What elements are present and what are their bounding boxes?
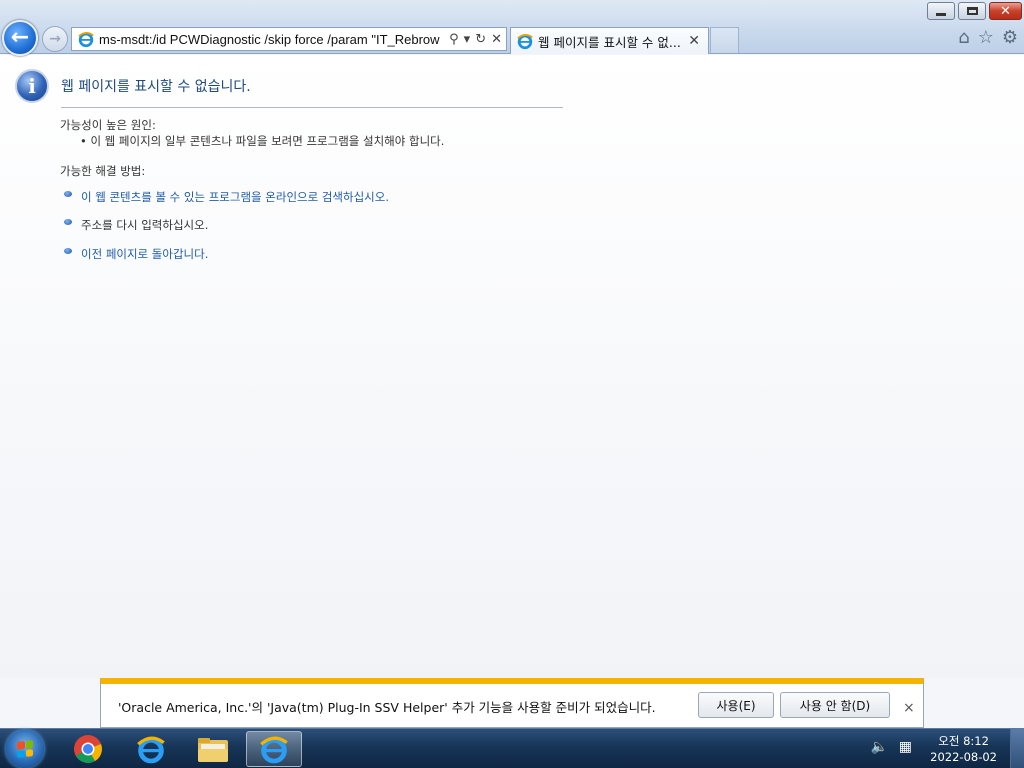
back-button[interactable]: ←	[2, 20, 38, 56]
address-bar[interactable]: ms-msdt:/id PCWDiagnostic /skip force /p…	[71, 27, 507, 51]
notification-close-icon[interactable]: ×	[903, 700, 915, 716]
clock-date: 2022-08-02	[930, 750, 997, 764]
forward-arrow-icon: →	[49, 31, 61, 47]
tab-close-icon[interactable]: ✕	[680, 33, 708, 49]
refresh-icon[interactable]: ↻	[475, 32, 486, 47]
disable-button[interactable]: 사용 안 함(D)	[780, 692, 890, 718]
taskbar-file-explorer[interactable]	[185, 731, 241, 767]
close-window-button[interactable]: ✕	[989, 2, 1022, 20]
bullet-icon	[64, 248, 72, 254]
taskbar: 🔈 ▦ 오전 8:12 2022-08-02	[0, 728, 1024, 768]
ie-icon	[260, 736, 288, 764]
enable-button[interactable]: 사용(E)	[698, 692, 774, 718]
address-tools: ⚲ ▾ ↻ ✕	[440, 31, 506, 47]
windows-logo-icon	[17, 740, 33, 758]
solution-link[interactable]: 이 웹 콘텐츠를 볼 수 있는 프로그램을 온라인으로 검색하십시오.	[81, 189, 389, 205]
solution-search-online[interactable]: 이 웹 콘텐츠를 볼 수 있는 프로그램을 온라인으로 검색하십시오.	[64, 189, 389, 205]
address-url[interactable]: ms-msdt:/id PCWDiagnostic /skip force /p…	[99, 32, 440, 47]
minimize-button[interactable]	[927, 2, 955, 20]
taskbar-chrome[interactable]	[60, 731, 116, 767]
gear-icon[interactable]: ⚙	[1002, 27, 1018, 49]
chrome-icon	[74, 735, 102, 763]
restore-button[interactable]	[958, 2, 986, 20]
clock-time: 오전 8:12	[938, 734, 989, 748]
close-icon: ✕	[1000, 3, 1011, 19]
clock[interactable]: 오전 8:12 2022-08-02	[930, 733, 997, 765]
solution-label: 가능한 해결 방법:	[60, 164, 146, 178]
network-icon[interactable]: ▦	[899, 739, 912, 755]
restore-icon	[966, 7, 978, 15]
page-title: 웹 페이지를 표시할 수 없습니다.	[61, 79, 251, 95]
folder-icon	[198, 738, 228, 762]
speaker-icon[interactable]: 🔈	[871, 739, 888, 755]
solution-go-back[interactable]: 이전 페이지로 돌아갑니다.	[64, 246, 208, 262]
ie-tab-icon	[517, 34, 533, 50]
tab-title: 웹 페이지를 표시할 수 없...	[538, 34, 681, 50]
divider	[61, 107, 563, 108]
taskbar-internet-explorer[interactable]	[123, 731, 179, 767]
solution-text: 주소를 다시 입력하십시오.	[81, 218, 209, 232]
forward-button[interactable]: →	[42, 26, 68, 52]
bullet-icon	[64, 191, 72, 197]
page-content: i 웹 페이지를 표시할 수 없습니다. 가능성이 높은 원인: • 이 웹 페…	[0, 55, 1024, 678]
back-arrow-icon: ←	[10, 25, 30, 50]
search-icon[interactable]: ⚲	[449, 32, 459, 47]
ie-page-icon	[78, 32, 94, 48]
show-desktop-button[interactable]	[1010, 729, 1024, 768]
notification-message: 'Oracle America, Inc.'의 'Java(tm) Plug-I…	[118, 700, 656, 715]
minimize-icon	[936, 12, 946, 16]
new-tab-button[interactable]	[710, 27, 739, 53]
solution-link[interactable]: 이전 페이지로 돌아갑니다.	[81, 246, 208, 262]
stop-icon[interactable]: ✕	[491, 32, 502, 47]
addon-notification-bar: 'Oracle America, Inc.'의 'Java(tm) Plug-I…	[100, 678, 924, 728]
toolbar-right-icons: ⌂ ☆ ⚙	[950, 27, 1018, 49]
cause-item: • 이 웹 페이지의 일부 콘텐츠나 파일을 보려면 프로그램을 설치해야 합니…	[80, 134, 445, 148]
solution-retype-address: 주소를 다시 입력하십시오.	[64, 217, 208, 233]
chevron-down-icon[interactable]: ▾	[464, 32, 471, 47]
bullet-icon	[64, 219, 72, 225]
start-button[interactable]	[6, 730, 44, 768]
taskbar-internet-explorer-active[interactable]	[246, 731, 302, 767]
browser-toolbar: ✕ ← → ms-msdt:/id PCWDiagnostic /skip fo…	[0, 0, 1024, 56]
window-controls: ✕	[924, 2, 1022, 20]
tab-current[interactable]: 웹 페이지를 표시할 수 없... ✕	[510, 27, 709, 54]
favorites-icon[interactable]: ☆	[978, 27, 994, 49]
ie-icon	[137, 736, 165, 764]
info-icon: i	[15, 69, 49, 103]
cause-label: 가능성이 높은 원인:	[60, 118, 156, 132]
home-icon[interactable]: ⌂	[958, 27, 969, 49]
